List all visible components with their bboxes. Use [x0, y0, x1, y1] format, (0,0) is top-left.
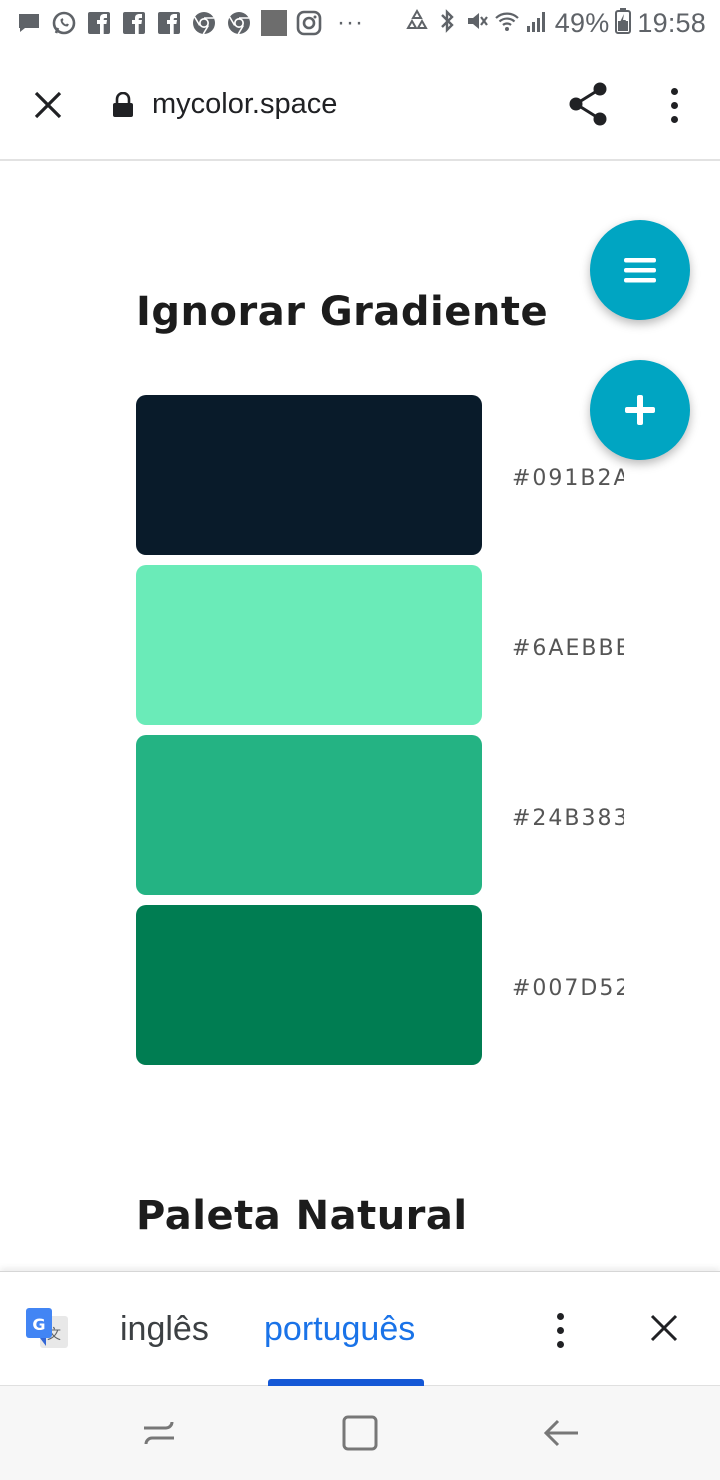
selected-tab-indicator	[268, 1379, 424, 1386]
whatsapp-icon	[51, 10, 77, 36]
notification-icons: ···	[16, 9, 370, 37]
message-icon	[16, 10, 42, 36]
color-hex-label[interactable]: #091B2A	[512, 459, 624, 499]
facebook-icon	[86, 10, 112, 36]
plus-icon	[625, 395, 655, 425]
close-icon	[650, 1314, 678, 1342]
recycle-icon	[405, 8, 429, 39]
browser-toolbar: mycolor.space	[0, 50, 720, 161]
battery-icon	[615, 8, 632, 39]
back-icon[interactable]	[538, 1410, 584, 1456]
menu-fab-button[interactable]	[590, 220, 690, 320]
instagram-icon	[296, 10, 322, 36]
page-content: Ignorar Gradiente #091B2A #6AEBBE #24B38…	[0, 163, 720, 1271]
signal-icon	[525, 8, 549, 39]
chrome-icon	[191, 10, 217, 36]
translate-bar: 文 G inglês português	[0, 1271, 720, 1386]
facebook-icon	[156, 10, 182, 36]
svg-text:G: G	[32, 1315, 45, 1334]
close-translate-button[interactable]	[642, 1306, 686, 1350]
chrome-icon	[226, 10, 252, 36]
more-vert-icon[interactable]	[542, 1308, 578, 1352]
hamburger-icon	[624, 258, 656, 283]
more-notifications-indicator: ···	[337, 9, 364, 36]
image-icon	[261, 10, 287, 36]
color-hex-label[interactable]: #6AEBBE	[512, 629, 624, 669]
add-fab-button[interactable]	[590, 360, 690, 460]
system-status: 49% 19:58	[405, 8, 706, 39]
wifi-icon	[495, 8, 519, 39]
source-language-tab[interactable]: inglês	[120, 1310, 209, 1349]
color-hex-label[interactable]: #007D52	[512, 969, 624, 1009]
bluetooth-icon	[435, 8, 459, 39]
palette-title: Ignorar Gradiente	[136, 289, 549, 335]
color-swatch[interactable]	[136, 565, 482, 725]
next-palette-title: Paleta Natural	[136, 1193, 468, 1239]
system-nav-bar	[0, 1386, 720, 1480]
google-translate-icon: 文 G	[26, 1308, 68, 1348]
target-language-tab[interactable]: português	[264, 1310, 415, 1349]
mute-icon	[465, 8, 489, 39]
more-vert-icon[interactable]	[656, 83, 692, 127]
share-icon[interactable]	[566, 81, 610, 127]
color-swatch[interactable]	[136, 905, 482, 1065]
color-swatch[interactable]	[136, 735, 482, 895]
facebook-icon	[121, 10, 147, 36]
close-icon	[34, 91, 62, 119]
clock: 19:58	[637, 8, 706, 38]
lock-icon	[113, 92, 133, 117]
close-tab-button[interactable]	[26, 83, 70, 127]
home-icon[interactable]	[337, 1410, 383, 1456]
battery-percentage: 49%	[554, 8, 610, 38]
url-text[interactable]: mycolor.space	[152, 88, 337, 121]
color-hex-label[interactable]: #24B383	[512, 799, 624, 839]
recents-icon[interactable]	[136, 1410, 182, 1456]
status-bar: ··· 49% 19:58	[0, 0, 720, 50]
color-swatch[interactable]	[136, 395, 482, 555]
